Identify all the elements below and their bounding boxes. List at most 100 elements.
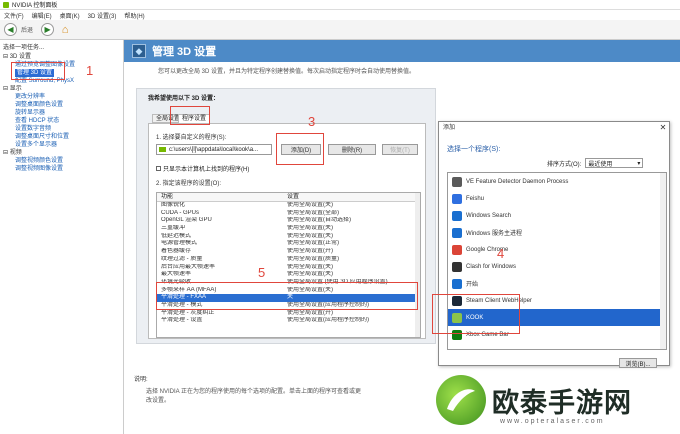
list-item[interactable]: Steam Client WebHelper: [448, 292, 666, 309]
table-row[interactable]: 多帧采样 AA (MFAA) 使用全局设置(关): [157, 287, 420, 295]
table-row[interactable]: CUDA - GPUs 使用全局设置(全部): [157, 210, 420, 218]
menu-desktop[interactable]: 桌面(K): [60, 11, 80, 20]
sidebar-item[interactable]: 管理 3D 设置: [3, 69, 120, 77]
sidebar-item-label: 调整桌面颜色设置: [15, 102, 64, 108]
feature-cell: 最大帧速率: [161, 271, 192, 278]
back-button[interactable]: ◀: [4, 23, 17, 36]
table-row[interactable]: 图像锐化 使用全局设置(关): [157, 202, 420, 210]
sidebar-item[interactable]: 调整视频颜色设置: [3, 157, 120, 165]
sidebar-item[interactable]: 通过预览调整图像设置: [3, 61, 120, 69]
feature-cell: 平滑处理 - 灰度纠正: [161, 309, 215, 316]
table-row[interactable]: 三重缓冲 使用全局设置(关): [157, 225, 420, 233]
setting-cell[interactable]: 使用全局设置(正常): [287, 240, 415, 248]
restore-button[interactable]: 恢复(T): [382, 144, 418, 155]
explain-title: 说明:: [134, 377, 148, 383]
menu-edit[interactable]: 编辑(E): [32, 11, 52, 20]
sidebar-item[interactable]: 调整桌面尺寸和位置: [3, 133, 120, 141]
setting-cell[interactable]: 使用全局设置(开): [287, 310, 415, 318]
table-row[interactable]: 低延迟模式 使用全局设置(关): [157, 233, 420, 241]
sidebar-item[interactable]: 更改分辨率: [3, 93, 120, 101]
setting-cell[interactable]: 使用全局设置(关): [287, 233, 415, 241]
sidebar-item[interactable]: 设置数字音频: [3, 125, 120, 133]
menu-file[interactable]: 文件(F): [4, 11, 24, 20]
setting-cell[interactable]: 使用全局设置(关): [287, 287, 415, 295]
program-name: KOOK: [466, 314, 484, 321]
show-only-checkbox[interactable]: 只显示本计算机上找到的程序(H): [156, 164, 249, 173]
table-row[interactable]: 平滑处理 - 模式 使用全局设置(应用程序控制的): [157, 302, 420, 310]
list-item[interactable]: Feishu: [448, 190, 666, 207]
setting-cell[interactable]: 使用全局设置(关): [287, 264, 415, 272]
program-list: VE Feature Detector Daemon Process Feishu…: [447, 172, 667, 350]
sidebar-item-label: 调整视频颜色设置: [15, 158, 64, 164]
list-item[interactable]: Windows 服务主进程: [448, 224, 666, 241]
windows-icon: [452, 210, 462, 221]
program-name: 开始: [466, 282, 479, 288]
setting-cell[interactable]: 使用全局设置 (使用 3D 应用程序设置): [287, 279, 415, 287]
list-item[interactable]: Windows Search: [448, 207, 666, 224]
setting-cell[interactable]: 使用全局设置(应用程序控制的): [287, 302, 415, 310]
program-items: VE Feature Detector Daemon Process Feishu…: [448, 173, 666, 343]
watermark-text: 欧泰手游网: [492, 387, 632, 419]
sidebar-item-label: 调整桌面尺寸和位置: [15, 134, 70, 140]
list-item[interactable]: KOOK: [448, 309, 666, 326]
sidebar-item-label: 通过预览调整图像设置: [15, 62, 76, 68]
sort-select[interactable]: 最近使用 ▾: [585, 158, 644, 168]
annotation-3: 3: [308, 114, 316, 129]
add-program-button[interactable]: 添加(D): [281, 144, 321, 155]
list-item[interactable]: Google Chrome: [448, 241, 666, 258]
setting-cell[interactable]: 使用全局设置(开): [287, 248, 415, 256]
col-setting: 设置: [287, 194, 300, 200]
sidebar-item[interactable]: 查看 HDCP 状态: [3, 117, 120, 125]
sidebar-item[interactable]: ⊟ 显示: [3, 85, 120, 93]
checkbox-box[interactable]: [156, 166, 161, 171]
list-item[interactable]: Xbox Game Bar: [448, 326, 666, 343]
setting-cell[interactable]: 使用全局设置(质量): [287, 256, 415, 264]
table-row[interactable]: 最大帧速率 使用全局设置(关): [157, 271, 420, 279]
explain-text: 选择 NVIDIA 正在为您的程序使用的每个选项的配置。单击上面的程序可查看或更…: [146, 389, 362, 404]
tab-program[interactable]: 程序设置: [178, 114, 211, 123]
table-row[interactable]: 纹理过滤 - 质量 使用全局设置(质量): [157, 256, 420, 264]
list-item[interactable]: Clash for Windows: [448, 258, 666, 275]
setting-cell[interactable]: 使用全局设置(全部): [287, 210, 415, 218]
sidebar-item-label: 配置 Surround, PhysX: [15, 78, 75, 84]
setting-cell[interactable]: 使用全局设置(自动选择): [287, 217, 415, 225]
remove-program-button[interactable]: 删除(R): [328, 144, 376, 155]
setting-cell[interactable]: 使用全局设置(关): [287, 271, 415, 279]
sidebar-item-label: ⊟ 显示: [3, 86, 22, 92]
table-row[interactable]: 环境光吸收 使用全局设置 (使用 3D 应用程序设置): [157, 279, 420, 287]
back-label[interactable]: 后退: [21, 25, 33, 34]
table-row[interactable]: 平滑处理 - FXAA 关: [157, 294, 420, 302]
sidebar-item[interactable]: 旋转显示器: [3, 109, 120, 117]
sidebar-item[interactable]: ⊟ 视频: [3, 149, 120, 157]
program-name: VE Feature Detector Daemon Process: [466, 178, 569, 185]
table-row[interactable]: 平滑处理 - 灰度纠正 使用全局设置(开): [157, 310, 420, 318]
menu-help[interactable]: 帮助(H): [124, 11, 144, 20]
sidebar-item[interactable]: 设置多个显示器: [3, 141, 120, 149]
list-scrollbar[interactable]: [660, 173, 666, 349]
program-select[interactable]: c:\users\[l]\appdata\local\kook\a...: [156, 144, 272, 155]
sidebar-item-label: 设置多个显示器: [15, 142, 58, 148]
sidebar-item[interactable]: 配置 Surround, PhysX: [3, 77, 120, 85]
table-row[interactable]: 平滑处理 - 设置 使用全局设置(应用程序控制的): [157, 317, 420, 325]
list-item[interactable]: 开始: [448, 275, 666, 292]
list-item[interactable]: VE Feature Detector Daemon Process: [448, 173, 666, 190]
grid-scrollbar[interactable]: [415, 193, 420, 337]
sidebar-item[interactable]: 调整桌面颜色设置: [3, 101, 120, 109]
watermark-url: www.opteralaser.com: [500, 418, 605, 425]
program-name: Windows Search: [466, 212, 512, 219]
sidebar-item[interactable]: 调整视频图像设置: [3, 165, 120, 173]
sidebar-item[interactable]: ⊟ 3D 设置: [3, 53, 120, 61]
table-row[interactable]: OpenGL 渲染 GPU 使用全局设置(自动选择): [157, 217, 420, 225]
table-row[interactable]: 后台应用最大帧速率 使用全局设置(关): [157, 264, 420, 272]
setting-cell[interactable]: 使用全局设置(关): [287, 225, 415, 233]
table-row[interactable]: 电源管理模式 使用全局设置(正常): [157, 240, 420, 248]
setting-cell[interactable]: 使用全局设置(应用程序控制的): [287, 317, 415, 325]
setting-cell[interactable]: 关: [287, 294, 415, 302]
close-icon[interactable]: ✕: [657, 122, 669, 134]
table-row[interactable]: 着色器缓存 使用全局设置(开): [157, 248, 420, 256]
menu-3d[interactable]: 3D 设置(3): [88, 11, 117, 20]
setting-cell[interactable]: 使用全局设置(关): [287, 202, 415, 210]
program-name: Feishu: [466, 195, 485, 202]
forward-button[interactable]: ▶: [41, 23, 55, 36]
home-icon[interactable]: ⌂: [58, 23, 72, 36]
